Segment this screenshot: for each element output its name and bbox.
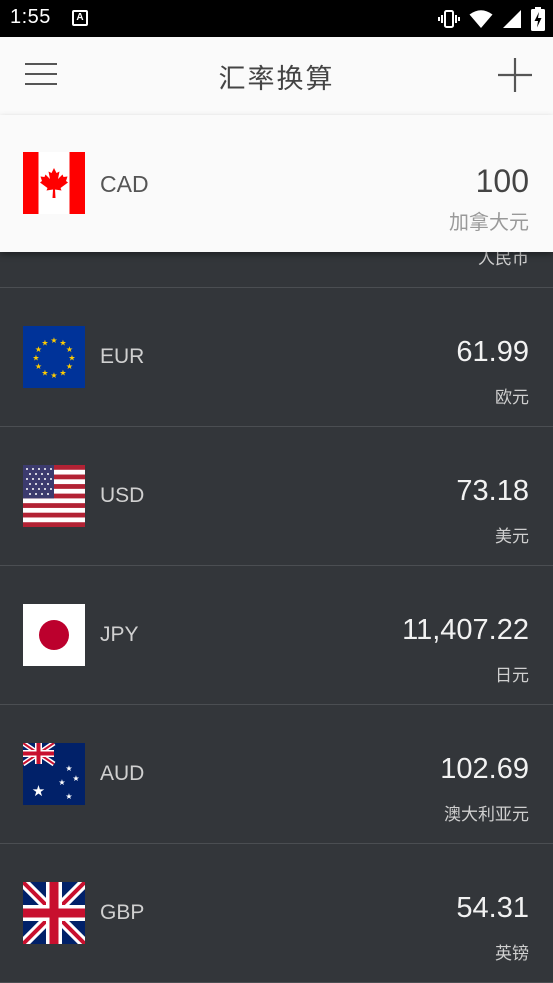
eu-flag-icon: ★ ★★ ★★★ ★★★ ★★★ (23, 326, 85, 388)
svg-text:★: ★ (65, 764, 72, 773)
wifi-icon (469, 10, 493, 28)
notification-icon: A (72, 10, 88, 26)
svg-text:★: ★ (66, 362, 73, 371)
currency-name: 澳大利亚元 (444, 805, 529, 825)
signal-icon (503, 10, 521, 28)
canada-flag-icon (23, 152, 85, 214)
converted-amount: 73.18 (456, 475, 529, 507)
currency-code: AUD (100, 762, 145, 785)
currency-code: EUR (100, 345, 145, 368)
uk-flag-icon (23, 882, 85, 944)
base-amount-input[interactable]: 100 (476, 163, 529, 200)
svg-text:★: ★ (72, 774, 79, 783)
converted-amount: 61.99 (456, 336, 529, 368)
converted-amount: 54.31 (456, 892, 529, 924)
vibrate-icon (438, 10, 460, 28)
base-currency-card[interactable]: CAD 100 加拿大元 (0, 115, 553, 252)
system-icons (437, 7, 545, 31)
list-item-aud[interactable]: ★ ★ ★ ★ ★ AUD 102.69 澳大利亚元 (0, 705, 553, 844)
currency-code: USD (100, 484, 145, 507)
japan-flag-icon (23, 604, 85, 666)
status-time: 1:55 (10, 6, 51, 28)
svg-text:★: ★ (59, 369, 66, 378)
currency-code: GBP (100, 901, 145, 924)
list-item-gbp[interactable]: GBP 54.31 英镑 (0, 844, 553, 983)
list-item-jpy[interactable]: JPY 11,407.22 日元 (0, 566, 553, 705)
svg-text:★: ★ (50, 371, 57, 380)
currency-name: 日元 (495, 666, 529, 686)
battery-icon (531, 7, 545, 31)
svg-text:★: ★ (32, 782, 45, 800)
svg-text:★: ★ (41, 369, 48, 378)
currency-name: 美元 (495, 527, 529, 547)
currency-code: JPY (100, 623, 139, 646)
svg-text:★: ★ (50, 336, 57, 345)
svg-text:★: ★ (65, 792, 72, 801)
svg-text:★: ★ (32, 354, 39, 363)
svg-text:★: ★ (35, 362, 42, 371)
svg-text:★: ★ (41, 339, 48, 348)
converted-amount: 11,407.22 (402, 614, 529, 646)
converted-amount: 102.69 (440, 753, 529, 785)
page-title: 汇率换算 (218, 64, 335, 95)
base-currency-name: 加拿大元 (449, 210, 529, 234)
list-item-eur[interactable]: ★ ★ ★ ★ ★ ★ ★ ★ ★ ★ ★ ★ EUR 61.99 欧元 (0, 288, 553, 427)
currency-list[interactable]: 人民币 ★★★ ★★★ ★★★ ★★★ EUR 61.99 欧元 (0, 252, 553, 983)
currency-name: 欧元 (495, 388, 529, 408)
list-item-cny[interactable]: 人民币 (0, 252, 553, 288)
currency-name: 人民币 (478, 252, 529, 269)
svg-text:★: ★ (58, 778, 65, 787)
australia-flag-icon: ★ ★ ★ ★ ★ (23, 743, 85, 805)
us-flag-icon (23, 465, 85, 527)
add-icon[interactable] (497, 57, 533, 93)
app-bar: 汇率换算 (0, 37, 553, 115)
status-bar: 1:55 A (0, 0, 553, 37)
currency-name: 英镑 (495, 944, 529, 964)
base-currency-code: CAD (100, 171, 149, 197)
list-item-usd[interactable]: USD 73.18 美元 (0, 427, 553, 566)
